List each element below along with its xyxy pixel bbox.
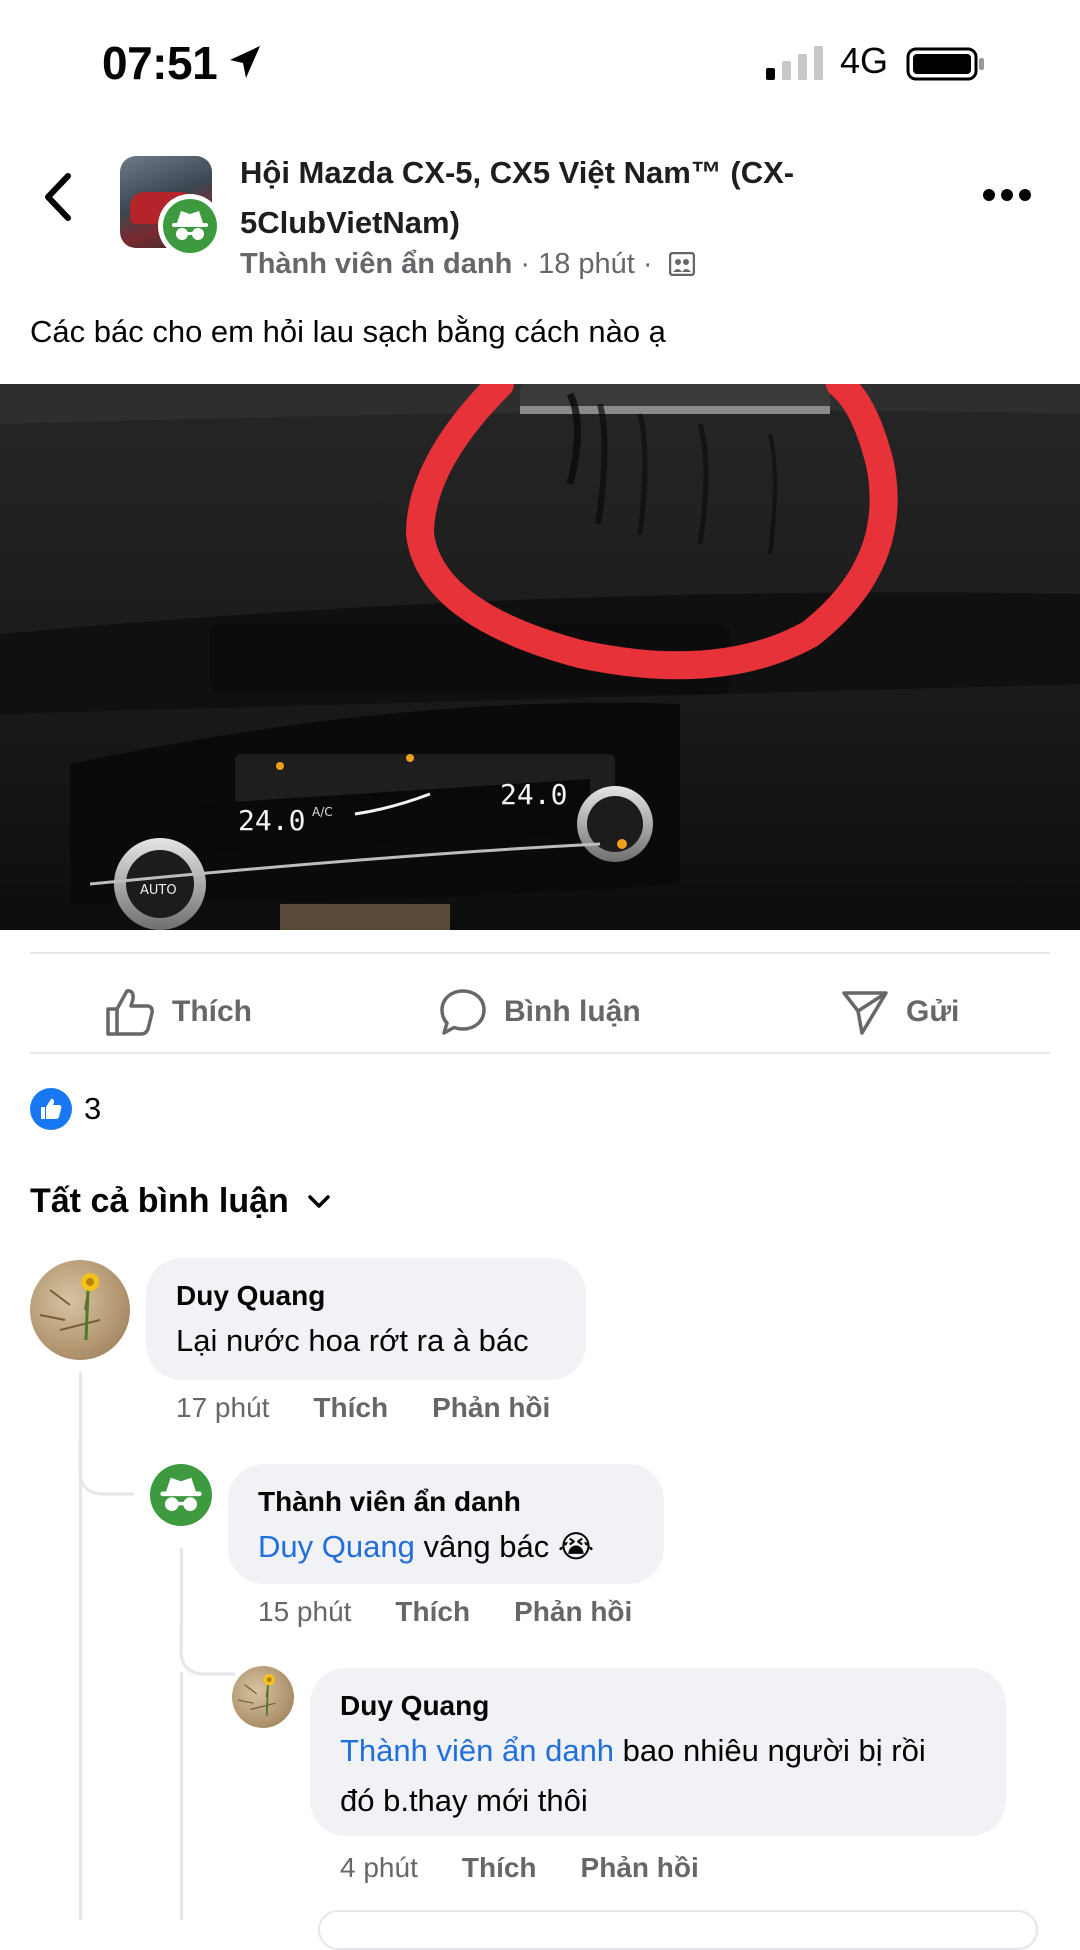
comment-body: vâng bác 😭 xyxy=(414,1529,595,1564)
comment-text: Lại nước hoa rớt ra à bác xyxy=(176,1323,529,1358)
dashboard-image: 24.0 24.0 A/C AUTO xyxy=(0,384,1080,930)
ac-label: A/C xyxy=(312,805,333,819)
comment-actions: 17 phút Thích Phản hồi xyxy=(176,1392,550,1424)
comment-mention[interactable]: Thành viên ẩn danh xyxy=(340,1733,614,1768)
comment-like-button[interactable]: Thích xyxy=(395,1596,470,1628)
comment-bubble[interactable]: Thành viên ẩn danh Duy Quang vâng bác 😭 xyxy=(228,1464,664,1584)
post-time[interactable]: 18 phút xyxy=(538,248,635,280)
flower-icon xyxy=(238,1674,276,1716)
comment-bubble[interactable]: Duy Quang Lại nước hoa rớt ra à bác xyxy=(146,1258,586,1380)
comment-actions: 4 phút Thích Phản hồi xyxy=(340,1852,699,1884)
comments-sort-dropdown[interactable]: Tất cả bình luận xyxy=(30,1182,331,1221)
incognito-icon xyxy=(172,211,208,240)
thread-connector xyxy=(78,1440,134,1496)
like-reaction-icon xyxy=(30,1088,72,1130)
thread-line xyxy=(79,1490,82,1920)
divider xyxy=(30,1052,1050,1054)
comment-reply-button[interactable]: Phản hồi xyxy=(432,1392,550,1424)
comment-time[interactable]: 4 phút xyxy=(340,1852,418,1884)
thread-connector xyxy=(179,1624,235,1676)
comment-text: Duy Quang vâng bác 😭 xyxy=(258,1522,634,1572)
like-label: Thích xyxy=(172,995,252,1028)
incognito-badge xyxy=(158,194,222,258)
flower-icon xyxy=(39,1273,101,1341)
network-type: 4G xyxy=(840,40,889,81)
group-privacy-icon xyxy=(668,252,695,276)
climate-right-temp: 24.0 xyxy=(500,778,567,811)
location-arrow-icon xyxy=(230,46,260,78)
comment-text: Thành viên ẩn danh bao nhiêu người bị rồ… xyxy=(340,1726,976,1826)
comment-reply-button[interactable]: Phản hồi xyxy=(581,1852,699,1884)
group-name[interactable]: Hội Mazda CX-5, CX5 Việt Nam™ (CX-5ClubV… xyxy=(240,148,800,248)
comment-author[interactable]: Duy Quang xyxy=(176,1276,556,1316)
like-icon xyxy=(106,989,154,1036)
meta-separator-2: · xyxy=(634,248,661,280)
comment-mention[interactable]: Duy Quang xyxy=(258,1529,415,1564)
post-text: Các bác cho em hỏi lau sạch bằng cách nà… xyxy=(30,314,666,349)
battery-icon xyxy=(906,47,984,81)
comment-icon xyxy=(440,989,486,1035)
send-icon xyxy=(842,991,888,1035)
comment-author[interactable]: Duy Quang xyxy=(340,1686,976,1726)
comment-body-line2: đó b.thay mới thôi xyxy=(340,1783,588,1818)
thread-line xyxy=(180,1672,183,1920)
send-label: Gửi xyxy=(906,995,960,1028)
auto-label: AUTO xyxy=(140,883,177,898)
back-icon[interactable] xyxy=(40,172,74,222)
commenter-avatar[interactable] xyxy=(150,1464,212,1526)
commenter-avatar[interactable] xyxy=(232,1666,294,1728)
meta-separator: · xyxy=(512,248,539,280)
comment-actions: 15 phút Thích Phản hồi xyxy=(258,1596,632,1628)
comment-author[interactable]: Thành viên ẩn danh xyxy=(258,1482,634,1522)
signal-icon xyxy=(766,46,823,80)
chevron-down-icon xyxy=(308,1194,330,1208)
incognito-icon xyxy=(160,1477,202,1512)
more-icon[interactable] xyxy=(982,188,1032,202)
post-meta: Thành viên ẩn danh · 18 phút · xyxy=(240,248,695,281)
comment-reply-button[interactable]: Phản hồi xyxy=(514,1596,632,1628)
commenter-avatar[interactable] xyxy=(30,1260,130,1360)
reaction-count: 3 xyxy=(84,1091,102,1126)
comment-body: bao nhiêu người bị rồi xyxy=(614,1733,926,1768)
post-author[interactable]: Thành viên ẩn danh xyxy=(240,248,512,280)
like-button[interactable]: Thích xyxy=(104,984,252,1040)
reaction-summary[interactable]: 3 xyxy=(30,1088,101,1130)
climate-left-temp: 24.0 xyxy=(238,804,305,837)
comment-like-button[interactable]: Thích xyxy=(313,1392,388,1424)
comment-time[interactable]: 17 phút xyxy=(176,1392,269,1424)
post-photo[interactable]: 24.0 24.0 A/C AUTO xyxy=(0,384,1080,930)
comment-bubble[interactable]: Duy Quang Thành viên ẩn danh bao nhiêu n… xyxy=(310,1668,1006,1836)
status-time: 07:51 xyxy=(102,37,218,89)
divider xyxy=(30,952,1050,954)
comment-button[interactable]: Bình luận xyxy=(438,984,641,1040)
comment-like-button[interactable]: Thích xyxy=(462,1852,537,1884)
comments-header: Tất cả bình luận xyxy=(30,1182,289,1220)
reply-input[interactable] xyxy=(318,1910,1038,1950)
send-button[interactable]: Gửi xyxy=(840,984,959,1040)
comment-label: Bình luận xyxy=(504,995,641,1028)
comment-time[interactable]: 15 phút xyxy=(258,1596,351,1628)
